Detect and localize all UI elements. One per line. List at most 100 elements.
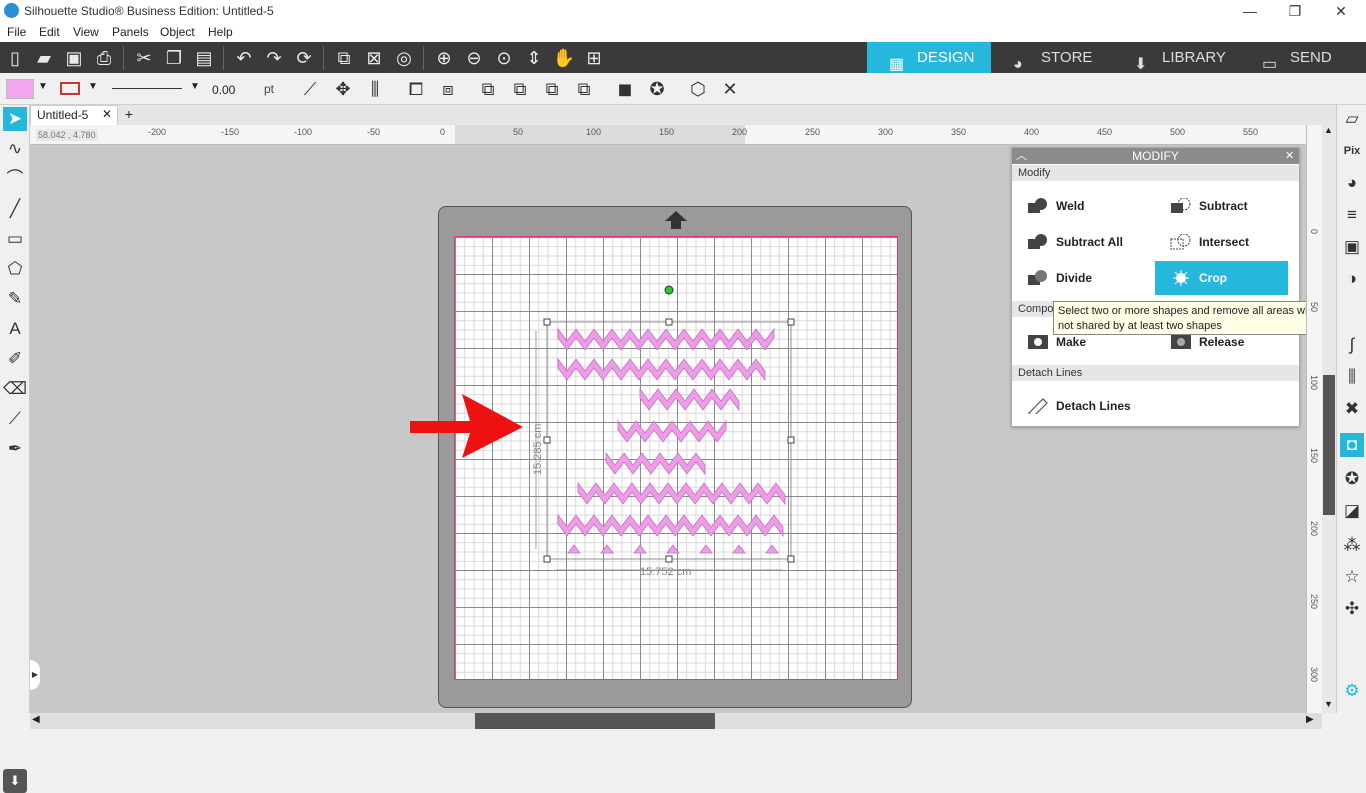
redraw-icon[interactable]: ⟳ [292, 46, 316, 70]
print-icon[interactable]: ⎙ [92, 46, 116, 70]
cut-icon[interactable]: ✂ [132, 46, 156, 70]
resize-handle[interactable] [543, 436, 551, 444]
vertical-scroll-thumb[interactable] [1323, 375, 1335, 515]
eyedropper-tool-icon[interactable]: ✒ [3, 437, 27, 461]
send-back-icon[interactable]: ⧉ [508, 77, 532, 101]
horizontal-scroll-thumb[interactable] [475, 713, 715, 729]
zigzag-triangle[interactable] [699, 544, 713, 554]
save-icon[interactable]: ▣ [62, 46, 86, 70]
menu-panels[interactable]: Panels [112, 25, 149, 39]
page-setup-icon[interactable]: ▱ [1340, 107, 1364, 131]
scroll-left-icon[interactable]: ◀ [32, 714, 40, 725]
weld-shortcut-icon[interactable]: ◼ [613, 77, 637, 101]
menu-help[interactable]: Help [208, 25, 233, 39]
align-panel-icon[interactable]: ⫼ [1340, 365, 1364, 389]
send-backward-icon[interactable]: ⧉ [572, 77, 596, 101]
trace-panel-icon[interactable]: ◑ [1340, 267, 1364, 291]
eraser-tool-icon[interactable]: ⌫ [3, 377, 27, 401]
restore-button[interactable]: ❐ [1285, 2, 1305, 20]
select-all-icon[interactable]: ⧉ [332, 46, 356, 70]
drag-zoom-icon[interactable]: ⇕ [522, 46, 546, 70]
curve-tool-icon[interactable]: ⌒ [3, 167, 27, 191]
resize-handle[interactable] [787, 555, 795, 563]
open-folder-icon[interactable]: ▰ [32, 46, 56, 70]
bring-forward-icon[interactable]: ⧉ [540, 77, 564, 101]
resize-handle[interactable] [543, 318, 551, 326]
fill-panel-icon[interactable]: ◕ [1340, 171, 1364, 195]
zigzag-row[interactable] [557, 513, 784, 538]
close-panel-icon[interactable]: ✕ [1285, 148, 1294, 164]
line-tool-icon[interactable]: ⟋ [298, 77, 322, 101]
settings-icon[interactable]: ⚙ [1340, 679, 1364, 703]
resize-handle[interactable] [787, 436, 795, 444]
weld-button[interactable]: Weld [1012, 189, 1155, 223]
point-edit-tool-icon[interactable]: ∿ [3, 137, 27, 161]
3d-box-icon[interactable]: ⬡ [686, 77, 710, 101]
line-style-dropdown-icon[interactable]: ▼ [190, 81, 200, 92]
divide-button[interactable]: Divide [1012, 261, 1155, 295]
knife-tool-icon[interactable]: ⟋ [3, 407, 27, 431]
zigzag-row[interactable] [557, 357, 766, 382]
export-icon[interactable]: ⬇ [3, 769, 27, 793]
line-draw-tool-icon[interactable]: ╱ [3, 197, 27, 221]
minimize-button[interactable]: — [1240, 2, 1260, 20]
zigzag-triangle[interactable] [732, 544, 746, 554]
vertical-scrollbar[interactable]: ▲ ▼ [1322, 125, 1336, 713]
zoom-in-icon[interactable]: ⊕ [432, 46, 456, 70]
zoom-select-icon[interactable]: ⊙ [492, 46, 516, 70]
zigzag-triangle[interactable] [600, 544, 614, 554]
polygon-tool-icon[interactable]: ⬠ [3, 257, 27, 281]
redo-icon[interactable]: ↷ [262, 46, 286, 70]
fit-to-page-icon[interactable]: ⊞ [582, 46, 606, 70]
crop-button[interactable]: Crop [1155, 261, 1288, 295]
bring-front-icon[interactable]: ⧉ [476, 77, 500, 101]
offset-panel-icon[interactable]: ∫ [1340, 333, 1364, 357]
intersect-button[interactable]: Intersect [1155, 225, 1298, 259]
resize-handle[interactable] [787, 318, 795, 326]
new-file-icon[interactable]: ▯ [3, 46, 27, 70]
close-tab-icon[interactable]: ✕ [102, 105, 112, 124]
paste-icon[interactable]: ▤ [192, 46, 216, 70]
zigzag-row[interactable] [605, 451, 706, 476]
tab-send[interactable]: ▭ SEND [1240, 42, 1366, 73]
subtract-button[interactable]: Subtract [1155, 189, 1298, 223]
tab-design[interactable]: ▦ DESIGN [867, 42, 991, 73]
tab-store[interactable]: ◕ STORE [991, 42, 1112, 73]
sketch-panel-icon[interactable]: ▣ [1340, 235, 1364, 259]
ungroup-icon[interactable]: ⧈ [436, 77, 460, 101]
menu-file[interactable]: File [7, 25, 26, 39]
horizontal-scrollbar[interactable]: ◀ ▶ [30, 713, 1322, 729]
close-window-button[interactable]: ✕ [1331, 2, 1351, 20]
shapes-panel-icon[interactable]: ☆ [1340, 565, 1364, 589]
tab-library[interactable]: ⬇ LIBRARY [1112, 42, 1240, 73]
zigzag-triangle[interactable] [666, 544, 680, 554]
line-width-input[interactable]: 0.00 [212, 81, 256, 99]
rectangle-tool-icon[interactable]: ▭ [3, 227, 27, 251]
menu-edit[interactable]: Edit [39, 25, 60, 39]
align-icon[interactable]: ⫼ [363, 77, 387, 101]
zigzag-triangle[interactable] [567, 544, 581, 554]
select-tool-icon[interactable]: ➤ [3, 107, 27, 131]
group-icon[interactable]: ⧠ [404, 77, 428, 101]
fill-color-swatch[interactable] [6, 79, 34, 99]
line-panel-icon[interactable]: ≡ [1340, 203, 1364, 227]
zigzag-row[interactable] [639, 387, 740, 412]
zigzag-row[interactable] [577, 481, 786, 506]
deselect-icon[interactable]: ⊠ [362, 46, 386, 70]
text-tool-icon[interactable]: A [3, 317, 27, 341]
modify-panel-icon[interactable]: ◘ [1340, 433, 1364, 457]
rhinestone-panel-icon[interactable]: ⁂ [1340, 533, 1364, 557]
zigzag-row[interactable] [617, 419, 727, 443]
transform-panel-icon[interactable]: ✖ [1340, 397, 1364, 421]
menu-object[interactable]: Object [160, 25, 195, 39]
fill-dropdown-icon[interactable]: ▼ [38, 81, 48, 92]
select-by-color-icon[interactable]: ◎ [392, 46, 416, 70]
scroll-right-icon[interactable]: ▶ [1306, 714, 1314, 725]
puzzle-panel-icon[interactable]: ✣ [1340, 597, 1364, 621]
zigzag-triangle[interactable] [633, 544, 647, 554]
undo-icon[interactable]: ↶ [232, 46, 256, 70]
move-icon[interactable]: ✥ [331, 77, 355, 101]
pan-hand-icon[interactable]: ✋ [552, 46, 576, 70]
scroll-up-icon[interactable]: ▲ [1324, 125, 1333, 135]
resize-handle[interactable] [665, 555, 673, 563]
